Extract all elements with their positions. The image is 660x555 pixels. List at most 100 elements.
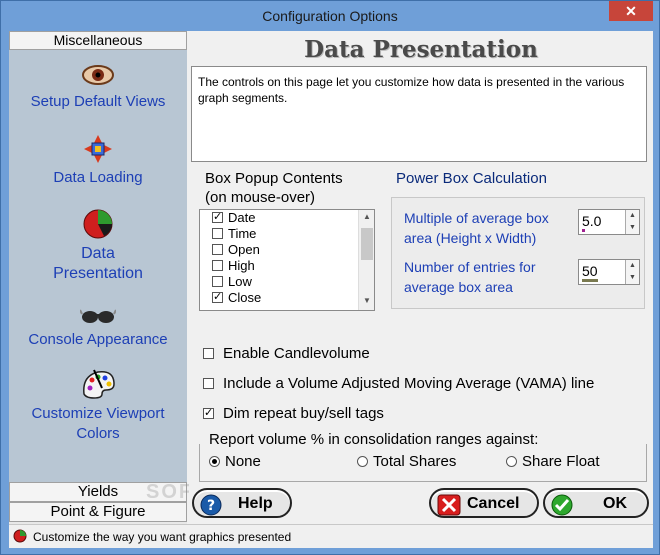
settings-panel: Data Presentation The controls on this p… bbox=[189, 31, 653, 484]
option-label: Include a Volume Adjusted Moving Average… bbox=[223, 375, 595, 392]
radio-share-float-button[interactable] bbox=[506, 456, 517, 467]
spin-down-icon[interactable]: ▼ bbox=[626, 222, 639, 234]
list-item-label: High bbox=[228, 258, 255, 273]
title-bar: Configuration Options ✕ bbox=[1, 1, 659, 31]
multiple-label-line1: Multiple of average box bbox=[404, 210, 549, 226]
vama-checkbox[interactable] bbox=[203, 378, 214, 389]
cancel-label: Cancel bbox=[467, 495, 520, 512]
multiple-value[interactable]: 5.0 bbox=[582, 213, 601, 229]
palette-icon bbox=[83, 369, 115, 399]
nav-item-data-presentation[interactable]: Data Presentation bbox=[9, 208, 187, 284]
vama-option[interactable]: Include a Volume Adjusted Moving Average… bbox=[203, 375, 594, 393]
nav-item-console-appearance[interactable]: Console Appearance bbox=[9, 306, 187, 350]
help-label: Help bbox=[238, 495, 273, 512]
radio-total-shares-button[interactable] bbox=[357, 456, 368, 467]
nav-item-data-loading[interactable]: Data Loading bbox=[9, 134, 187, 188]
power-box-group: Multiple of average box area (Height x W… bbox=[391, 197, 645, 309]
nav-item-label: Data Presentation bbox=[53, 245, 143, 282]
spin-down-icon[interactable]: ▼ bbox=[626, 272, 639, 284]
nav-header-point-figure[interactable]: Point & Figure bbox=[9, 502, 187, 522]
window-title: Configuration Options bbox=[262, 8, 398, 24]
dim-repeat-checkbox[interactable]: ✓ bbox=[203, 408, 214, 419]
spinner-level-indicator bbox=[582, 229, 585, 232]
list-item-low[interactable]: Low bbox=[200, 274, 374, 290]
radio-none[interactable]: None bbox=[209, 453, 261, 470]
page-description: The controls on this page let you custom… bbox=[191, 66, 647, 162]
configuration-window: Configuration Options ✕ Miscellaneous Se… bbox=[0, 0, 660, 555]
date-checkbox[interactable]: ✓ bbox=[212, 212, 223, 223]
time-checkbox[interactable] bbox=[212, 228, 223, 239]
open-checkbox[interactable] bbox=[212, 244, 223, 255]
scroll-thumb[interactable] bbox=[361, 228, 373, 260]
box-popup-subtitle: (on mouse-over) bbox=[205, 189, 316, 206]
list-item-label: Time bbox=[228, 226, 257, 241]
svg-text:?: ? bbox=[207, 498, 215, 514]
multiple-label: Multiple of average box area (Height x W… bbox=[404, 208, 549, 248]
nav-item-label: Setup Default Views bbox=[30, 93, 166, 110]
help-button[interactable]: ? Help bbox=[192, 488, 292, 518]
eye-icon bbox=[82, 65, 114, 85]
list-item-time[interactable]: Time bbox=[200, 226, 374, 242]
cancel-icon bbox=[437, 494, 461, 516]
client-area: Miscellaneous Setup Default Views Data L… bbox=[9, 31, 653, 548]
list-scrollbar[interactable]: ▲ ▼ bbox=[358, 210, 374, 310]
scroll-up-icon[interactable]: ▲ bbox=[363, 212, 371, 221]
enable-candlevolume-checkbox[interactable] bbox=[203, 348, 214, 359]
list-item-label: Open bbox=[228, 242, 260, 257]
list-item-high[interactable]: High bbox=[200, 258, 374, 274]
list-item-close[interactable]: ✓ Close bbox=[200, 290, 374, 306]
multiple-spinner[interactable]: 5.0 ▲ ▼ bbox=[578, 209, 640, 235]
entries-label-line2: average box area bbox=[404, 279, 513, 295]
ok-label: OK bbox=[603, 495, 627, 512]
spinner-level-indicator bbox=[582, 279, 598, 282]
radio-label: None bbox=[225, 453, 261, 470]
radio-share-float[interactable]: Share Float bbox=[506, 453, 600, 470]
nav-item-setup-default-views[interactable]: Setup Default Views bbox=[9, 62, 187, 112]
power-box-title: Power Box Calculation bbox=[396, 170, 547, 187]
enable-candlevolume-option[interactable]: Enable Candlevolume bbox=[203, 345, 370, 363]
radio-total-shares[interactable]: Total Shares bbox=[357, 453, 456, 470]
nav-panel: Setup Default Views Data Loading Data Pr… bbox=[9, 50, 187, 482]
list-item-label: Close bbox=[228, 290, 262, 305]
multiple-label-line2: area (Height x Width) bbox=[404, 230, 537, 246]
radio-label: Share Float bbox=[522, 453, 600, 470]
box-popup-title: Box Popup Contents bbox=[205, 170, 343, 187]
cancel-button[interactable]: Cancel bbox=[429, 488, 539, 518]
ok-button[interactable]: OK bbox=[543, 488, 649, 518]
radio-label: Total Shares bbox=[373, 453, 457, 470]
entries-spinner[interactable]: 50 ▲ ▼ bbox=[578, 259, 640, 285]
nav-item-label: Data Loading bbox=[53, 169, 143, 186]
radio-none-button[interactable] bbox=[209, 456, 220, 467]
category-navigation: Miscellaneous Setup Default Views Data L… bbox=[9, 31, 187, 524]
help-icon: ? bbox=[200, 494, 222, 516]
report-volume-title: Report volume % in consolidation ranges … bbox=[207, 431, 541, 448]
spin-up-icon[interactable]: ▲ bbox=[626, 210, 639, 222]
nav-item-label: Customize Viewport Colors bbox=[31, 405, 165, 442]
spinner-buttons[interactable]: ▲ ▼ bbox=[625, 260, 639, 284]
close-button[interactable]: ✕ bbox=[609, 1, 653, 21]
spin-up-icon[interactable]: ▲ bbox=[626, 260, 639, 272]
button-strip: ? Help Cancel OK bbox=[189, 484, 653, 524]
list-item-open[interactable]: Open bbox=[200, 242, 374, 258]
scroll-down-icon[interactable]: ▼ bbox=[363, 296, 371, 305]
nav-item-label: Console Appearance bbox=[28, 331, 168, 348]
glasses-icon bbox=[80, 309, 116, 323]
dim-repeat-option[interactable]: ✓ Dim repeat buy/sell tags bbox=[203, 405, 384, 423]
pie-icon bbox=[13, 529, 27, 543]
nav-header-miscellaneous[interactable]: Miscellaneous bbox=[9, 31, 187, 50]
box-popup-list[interactable]: ✓ Date Time Open High Low ✓ Close ▲ ▼ bbox=[199, 209, 375, 311]
checkmark-icon bbox=[551, 494, 573, 516]
entries-label: Number of entries for average box area bbox=[404, 257, 536, 297]
spinner-buttons[interactable]: ▲ ▼ bbox=[625, 210, 639, 234]
low-checkbox[interactable] bbox=[212, 276, 223, 287]
list-item-label: Date bbox=[228, 210, 256, 225]
pie-icon bbox=[83, 209, 113, 239]
list-item-date[interactable]: ✓ Date bbox=[200, 210, 374, 226]
close-checkbox[interactable]: ✓ bbox=[212, 292, 223, 303]
entries-label-line1: Number of entries for bbox=[404, 259, 536, 275]
nav-item-customize-viewport-colors[interactable]: Customize Viewport Colors bbox=[9, 368, 187, 444]
entries-value[interactable]: 50 bbox=[582, 263, 598, 279]
page-title: Data Presentation bbox=[304, 36, 538, 63]
option-label: Enable Candlevolume bbox=[223, 345, 370, 362]
high-checkbox[interactable] bbox=[212, 260, 223, 271]
